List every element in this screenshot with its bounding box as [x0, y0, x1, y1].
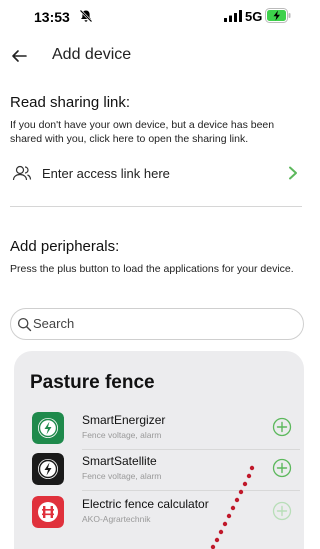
app-row-electric-fence-calculator: Electric fence calculator AKO-Agrartechn… [28, 492, 298, 534]
app-name: SmartSatellite [82, 454, 157, 468]
card-title: Pasture fence [30, 372, 155, 393]
enter-access-link-row[interactable]: Enter access link here [10, 158, 302, 188]
sharing-description: If you don't have your own device, but a… [10, 119, 275, 145]
app-name: SmartEnergizer [82, 413, 166, 427]
app-row-smartenergizer: SmartEnergizer Fence voltage, alarm [28, 408, 300, 450]
app-subtitle: AKO-Agrartechnik [82, 514, 151, 524]
app-row-smartsatellite: SmartSatellite Fence voltage, alarm [28, 449, 300, 491]
app-subtitle: Fence voltage, alarm [82, 430, 162, 440]
battery-charging-icon [265, 8, 291, 23]
smartenergizer-app-icon [32, 412, 64, 444]
peripherals-description: Press the plus button to load the applic… [10, 263, 294, 275]
status-bar: 13:53 5G [0, 0, 308, 36]
add-circle-icon[interactable] [272, 458, 292, 478]
sharing-section-title: Read sharing link: [10, 94, 131, 111]
add-circle-icon[interactable] [272, 501, 292, 521]
smartsatellite-app-icon [32, 453, 64, 485]
status-time: 13:53 [34, 9, 70, 25]
fence-calculator-app-icon [32, 496, 64, 528]
signal-icon [224, 10, 242, 22]
top-app-bar: Add device [0, 36, 308, 78]
bell-off-icon [79, 9, 93, 23]
search-input[interactable] [33, 316, 283, 331]
row-divider [82, 490, 300, 491]
pasture-fence-card: Pasture fence SmartEnergizer Fence volta… [14, 351, 304, 549]
peripherals-section-title: Add peripherals: [10, 238, 120, 255]
users-icon [12, 165, 32, 181]
add-circle-icon[interactable] [272, 417, 292, 437]
search-box[interactable] [10, 308, 304, 340]
access-link-label: Enter access link here [42, 166, 170, 181]
chevron-right-icon [289, 166, 297, 180]
search-icon [17, 317, 32, 332]
page-title: Add device [52, 46, 132, 63]
app-name: Electric fence calculator [82, 497, 209, 511]
network-type: 5G [245, 9, 263, 24]
section-divider [10, 206, 302, 207]
app-subtitle: Fence voltage, alarm [82, 471, 162, 481]
back-arrow-icon[interactable] [10, 47, 28, 65]
